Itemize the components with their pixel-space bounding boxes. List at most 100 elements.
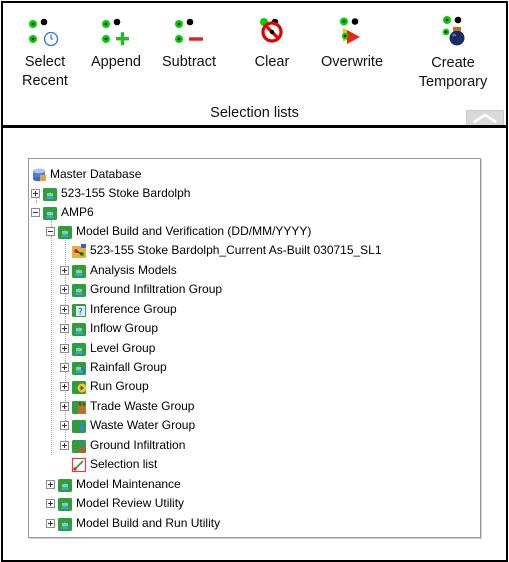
expand-plus-icon[interactable] — [60, 402, 69, 411]
tree-item[interactable]: Master Database — [31, 165, 141, 184]
tree-item-label: Rainfall Group — [90, 360, 167, 374]
expand-plus-icon[interactable] — [60, 363, 69, 372]
no-expander — [60, 460, 69, 469]
create-temporary-icon — [442, 16, 465, 46]
collapse-ribbon-button[interactable] — [466, 110, 504, 126]
overwrite-icon — [340, 17, 360, 44]
network-group-icon — [72, 283, 86, 297]
tree-item-label: Model Build and Verification (DD/MM/YYYY… — [76, 224, 312, 238]
network-group-icon — [58, 517, 72, 531]
network-group-icon — [43, 187, 57, 201]
tree-item-label: Analysis Models — [90, 263, 177, 277]
tree-item-label: Model Build and Run Utility — [76, 516, 221, 530]
run-group-icon — [72, 380, 87, 394]
expand-plus-icon[interactable] — [60, 305, 69, 314]
tree-item[interactable]: Waste Water Group — [60, 416, 195, 435]
create-temporary-button[interactable]: Create Temporary — [407, 0, 499, 92]
tree-item[interactable]: Level Group — [60, 339, 155, 358]
append-button[interactable]: Append — [85, 3, 147, 72]
tree-item[interactable]: 523-155 Stoke Bardolph — [31, 184, 190, 203]
network-group-icon — [72, 264, 86, 278]
expand-plus-icon[interactable] — [60, 382, 69, 391]
tree-item-label: Trade Waste Group — [90, 399, 195, 413]
network-model-icon — [72, 243, 86, 258]
expand-plus-icon[interactable] — [60, 344, 69, 353]
tree-connector-line — [51, 211, 52, 455]
select-recent-label: Select Recent — [22, 54, 68, 89]
tree-item[interactable]: Selection list — [60, 455, 157, 474]
overwrite-button[interactable]: Overwrite — [314, 3, 390, 72]
clear-button[interactable]: Clear — [240, 3, 304, 72]
subtract-button[interactable]: Subtract — [154, 3, 224, 72]
append-label: Append — [91, 54, 141, 70]
create-temporary-label: Create Temporary — [418, 55, 488, 90]
tree-item[interactable]: Inflow Group — [60, 319, 158, 338]
database-icon — [33, 168, 46, 181]
expand-plus-icon[interactable] — [31, 189, 40, 198]
rainfall-group-icon — [72, 361, 86, 375]
tree-item[interactable]: Ground Infiltration — [60, 436, 185, 455]
tree-item-label: Inference Group — [90, 302, 177, 316]
tree-item[interactable]: Trade Waste Group — [60, 397, 194, 416]
tree-item[interactable]: Rainfall Group — [60, 358, 167, 377]
expand-plus-icon[interactable] — [46, 499, 55, 508]
expand-plus-icon[interactable] — [46, 519, 55, 528]
waste-water-group-icon — [72, 419, 86, 433]
tree-item-label: Ground Infiltration — [90, 438, 186, 452]
tree-item-label: Selection list — [90, 457, 158, 471]
no-expander — [60, 246, 69, 255]
tree-item[interactable]: ? Inference Group — [60, 300, 177, 319]
tree-item[interactable]: Model Maintenance — [46, 475, 181, 494]
tree-item[interactable]: Model Build and Verification (DD/MM/YYYY… — [46, 222, 311, 241]
network-group-icon — [72, 342, 86, 356]
database-tree[interactable]: Master Database 523-155 Stoke Bardolph AMP… — [28, 158, 481, 538]
tree-item[interactable]: AMP6 — [31, 203, 94, 222]
collapse-minus-icon[interactable] — [31, 208, 40, 217]
expand-plus-icon[interactable] — [46, 480, 55, 489]
trade-waste-group-icon — [72, 400, 86, 414]
tree-item-label: 523-155 Stoke Bardolph_Current As-Built … — [90, 243, 382, 257]
tree-item-label: Master Database — [50, 167, 142, 181]
tree-item[interactable]: Analysis Models — [60, 261, 177, 280]
tree-item[interactable]: Run Group — [60, 377, 149, 396]
tree-item[interactable]: 523-155 Stoke Bardolph_Current As-Built … — [60, 241, 382, 260]
tree-item[interactable]: Model Review Utility — [46, 494, 184, 513]
ground-infiltration-icon — [72, 439, 86, 453]
tree-item-label: Level Group — [90, 341, 156, 355]
tree-item-label: Model Maintenance — [76, 477, 181, 491]
tree-item-label: Inflow Group — [90, 321, 159, 335]
network-group-icon — [58, 478, 72, 492]
expand-plus-icon[interactable] — [60, 324, 69, 333]
expand-plus-icon[interactable] — [60, 421, 69, 430]
clear-icon — [260, 18, 283, 43]
ribbon-group-title: Selection lists — [210, 105, 299, 121]
subtract-label: Subtract — [162, 54, 216, 70]
inference-group-icon: ? — [72, 303, 86, 317]
network-group-icon — [58, 225, 72, 239]
expand-plus-icon[interactable] — [60, 266, 69, 275]
explorer-panel: Master Database 523-155 Stoke Bardolph AMP… — [1, 125, 508, 562]
clear-label: Clear — [254, 54, 290, 70]
select-recent-button[interactable]: Select Recent — [10, 3, 80, 91]
tree-item-label: AMP6 — [61, 205, 94, 219]
selection-list-icon — [71, 457, 87, 472]
expand-plus-icon[interactable] — [60, 285, 69, 294]
network-group-icon — [43, 206, 57, 220]
network-group-icon — [72, 322, 86, 336]
subtract-icon — [175, 18, 203, 43]
tree-item-label: Model Review Utility — [76, 496, 185, 510]
collapse-minus-icon[interactable] — [46, 227, 55, 236]
selection-lists-ribbon: Select Recent Append Subtract Clear Over… — [1, 1, 508, 129]
tree-item[interactable]: Ground Infiltration Group — [60, 280, 222, 299]
overwrite-label: Overwrite — [320, 54, 384, 70]
expand-plus-icon[interactable] — [60, 441, 69, 450]
tree-item-label: 523-155 Stoke Bardolph — [61, 186, 191, 200]
select-recent-icon — [29, 18, 59, 47]
network-group-icon — [58, 497, 72, 511]
tree-item-label: Ground Infiltration Group — [90, 282, 223, 296]
tree-item-label: Run Group — [90, 379, 149, 393]
tree-item[interactable]: Model Build and Run Utility — [46, 514, 220, 533]
collapse-up-icon — [473, 113, 497, 124]
svg-text:?: ? — [78, 307, 83, 317]
tree-item-label: Waste Water Group — [90, 418, 196, 432]
